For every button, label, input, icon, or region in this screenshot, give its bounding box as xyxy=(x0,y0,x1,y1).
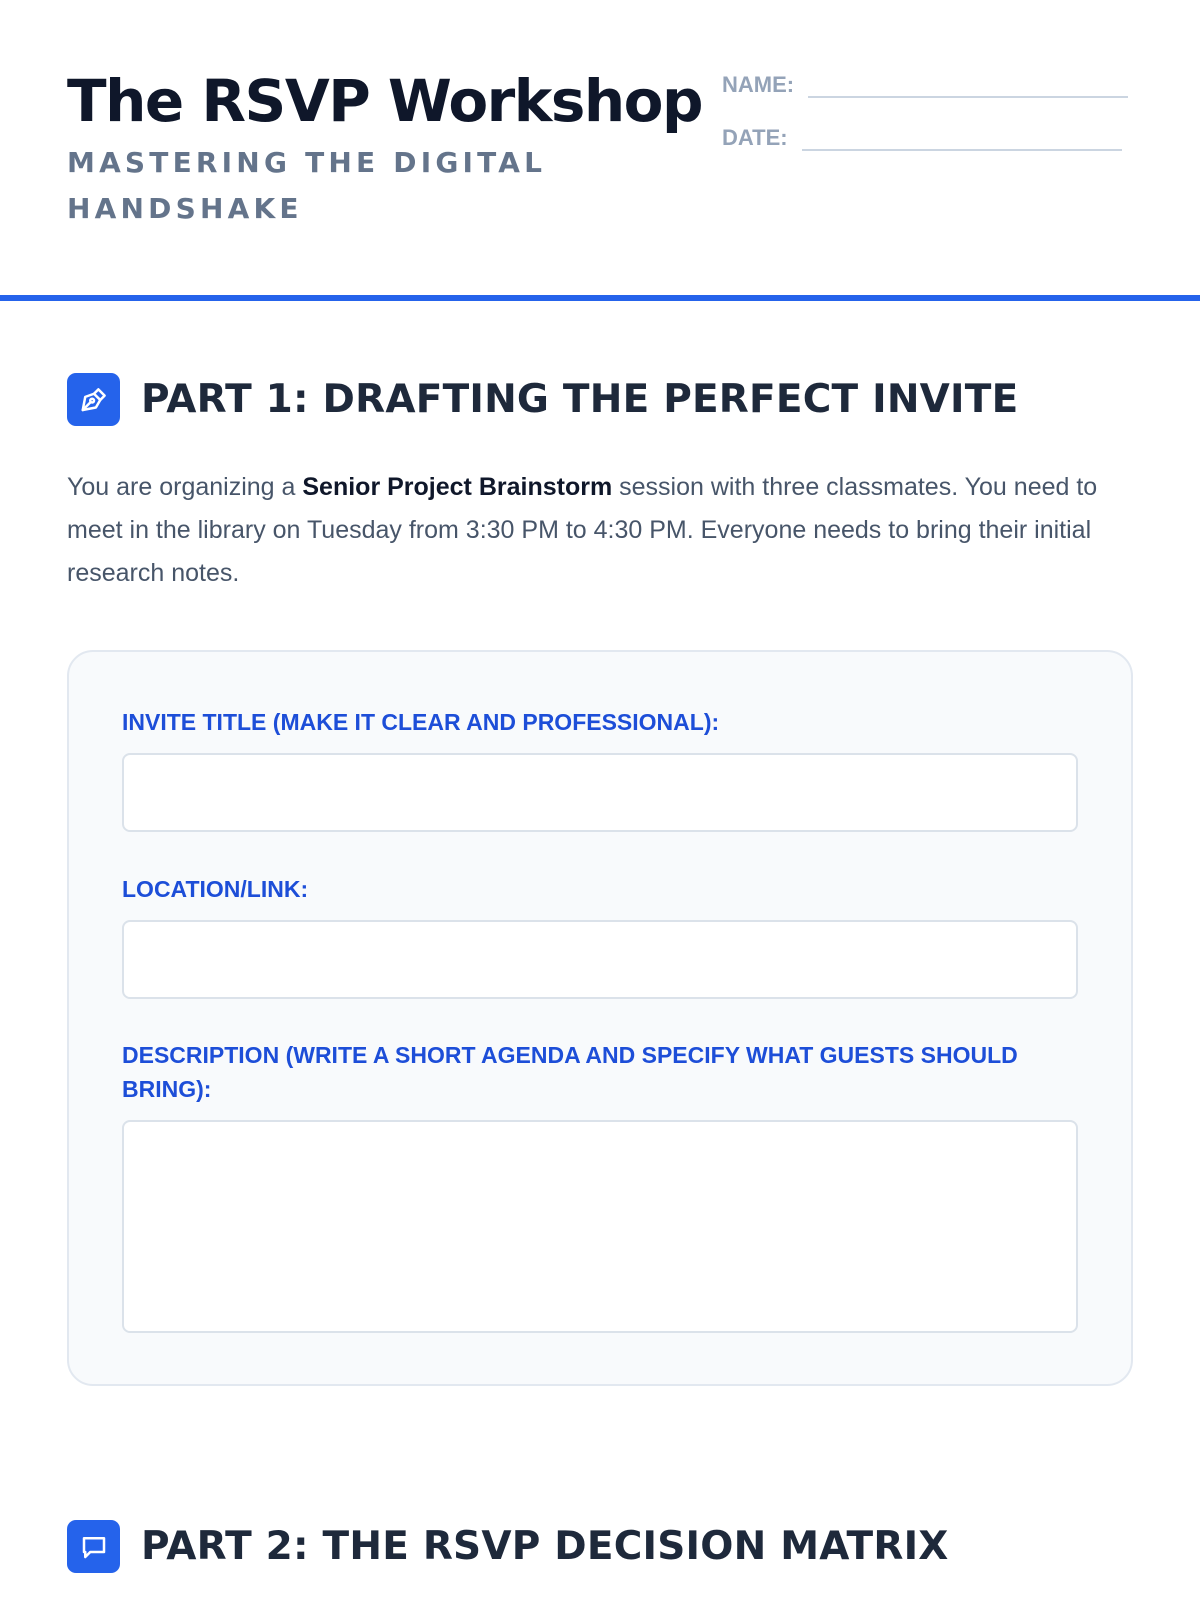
invite-title-input[interactable] xyxy=(122,753,1078,832)
name-label: NAME: xyxy=(722,72,795,97)
worksheet-header: The RSVP Workshop MASTERING THE DIGITAL … xyxy=(0,0,1200,301)
description-label: DESCRIPTION (WRITE A SHORT AGENDA AND SP… xyxy=(122,1042,1018,1102)
invite-form-card: INVITE TITLE (MAKE IT CLEAR AND PROFESSI… xyxy=(67,650,1133,1386)
invite-title-label: INVITE TITLE (MAKE IT CLEAR AND PROFESSI… xyxy=(122,709,720,735)
part2-heading: PART 2: THE RSVP DECISION MATRIX xyxy=(67,1520,949,1573)
part2-title: PART 2: THE RSVP DECISION MATRIX xyxy=(141,1524,949,1569)
part1-title: PART 1: DRAFTING THE PERFECT INVITE xyxy=(141,377,1019,422)
location-input[interactable] xyxy=(122,920,1078,999)
date-line[interactable] xyxy=(801,149,1122,151)
location-label: LOCATION/LINK: xyxy=(122,876,309,902)
worksheet-subtitle: MASTERING THE DIGITAL HANDSHAKE xyxy=(67,146,547,225)
description-textarea[interactable] xyxy=(122,1120,1078,1333)
part1-intro: You are organizing a Senior Project Brai… xyxy=(67,466,1137,595)
part1-heading: PART 1: DRAFTING THE PERFECT INVITE xyxy=(67,373,1018,426)
date-field: DATE: xyxy=(722,123,1122,153)
date-label: DATE: xyxy=(722,125,788,150)
name-field: NAME: xyxy=(722,70,1129,100)
name-line[interactable] xyxy=(808,96,1129,98)
intro-text-start: You are organizing a xyxy=(67,473,303,501)
worksheet-title: The RSVP Workshop xyxy=(67,67,704,135)
pen-icon xyxy=(67,373,120,426)
intro-text-bold: Senior Project Brainstorm xyxy=(302,473,613,501)
chat-bubble-icon xyxy=(67,1520,120,1573)
